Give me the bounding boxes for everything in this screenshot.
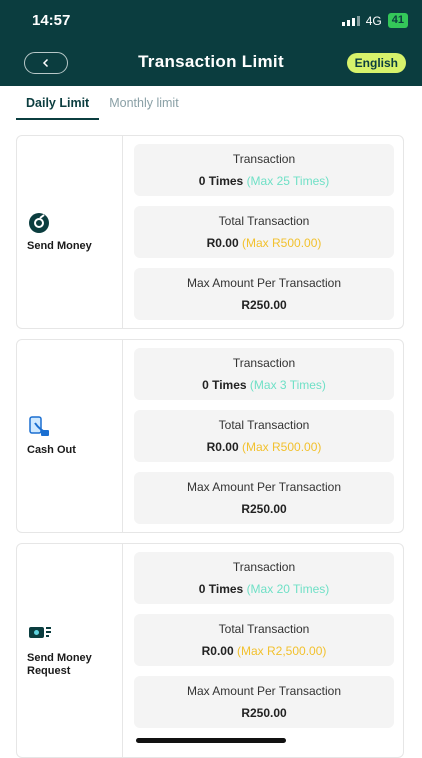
transaction-box: Transaction 0 Times (Max 3 Times)	[134, 348, 394, 400]
total-value: R0.00	[206, 440, 239, 454]
transaction-max: (Max 3 Times)	[249, 378, 326, 392]
cash-out-icon	[29, 415, 49, 436]
tab-daily-limit[interactable]: Daily Limit	[16, 94, 100, 120]
card-label-line1: Send Money	[27, 651, 92, 664]
per-tx-label: Max Amount Per Transaction	[186, 480, 342, 494]
limit-card-send-money-request: Send Money Request Transaction 0 Times (…	[16, 543, 404, 758]
total-label: Total Transaction	[218, 214, 310, 228]
tab-monthly-limit[interactable]: Monthly limit	[99, 94, 188, 120]
transaction-value: 0 Times (Max 20 Times)	[134, 582, 394, 596]
transaction-box: Transaction 0 Times (Max 20 Times)	[134, 552, 394, 604]
total-value: R0.00	[206, 236, 239, 250]
language-button[interactable]: English	[346, 53, 406, 73]
transaction-label: Transaction	[232, 560, 296, 574]
total-value-row: R0.00 (Max R500.00)	[134, 236, 394, 250]
transaction-label: Transaction	[232, 152, 296, 166]
send-money-icon	[29, 212, 49, 233]
transaction-label: Transaction	[232, 356, 296, 370]
transaction-box: Transaction 0 Times (Max 25 Times)	[134, 144, 394, 196]
per-tx-value: R250.00	[241, 298, 287, 312]
total-transaction-box: Total Transaction R0.00 (Max R500.00)	[134, 206, 394, 258]
transaction-count: 0 Times	[198, 582, 244, 596]
money-request-icon	[29, 626, 51, 638]
card-label: Send Money	[27, 239, 92, 252]
per-tx-value: R250.00	[241, 706, 287, 720]
transaction-max: (Max 20 Times)	[246, 582, 330, 596]
total-transaction-box: Total Transaction R0.00 (Max R2,500.00)	[134, 614, 394, 666]
transaction-count: 0 Times	[198, 174, 244, 188]
per-tx-value: R250.00	[241, 502, 287, 516]
card-label-line2: Request	[27, 664, 71, 677]
card-label: Cash Out	[27, 443, 76, 456]
total-max: (Max R500.00)	[242, 440, 322, 454]
header-bar: 14:57 4G 41 Transaction Limit English	[0, 0, 422, 86]
per-tx-label: Max Amount Per Transaction	[186, 276, 342, 290]
signal-icon	[341, 15, 360, 26]
per-transaction-box: Max Amount Per Transaction R250.00	[134, 268, 394, 320]
status-time: 14:57	[32, 12, 71, 29]
total-value-row: R0.00 (Max R500.00)	[134, 440, 394, 454]
card-category: Cash Out	[17, 340, 123, 532]
card-category: Send Money Request	[17, 544, 123, 757]
per-transaction-box: Max Amount Per Transaction R250.00	[134, 472, 394, 524]
total-label: Total Transaction	[218, 622, 310, 636]
per-tx-label: Max Amount Per Transaction	[186, 684, 342, 698]
transaction-value: 0 Times (Max 25 Times)	[134, 174, 394, 188]
transaction-max: (Max 25 Times)	[246, 174, 330, 188]
total-max: (Max R2,500.00)	[237, 644, 327, 658]
total-transaction-box: Total Transaction R0.00 (Max R500.00)	[134, 410, 394, 462]
transaction-value: 0 Times (Max 3 Times)	[134, 378, 394, 392]
limit-card-cash-out: Cash Out Transaction 0 Times (Max 3 Time…	[16, 339, 404, 533]
per-transaction-box: Max Amount Per Transaction R250.00	[134, 676, 394, 728]
total-label: Total Transaction	[218, 418, 310, 432]
home-indicator[interactable]	[136, 738, 286, 743]
network-label: 4G	[365, 13, 382, 28]
status-indicators: 4G 41	[341, 13, 408, 28]
card-label: Send Money Request	[27, 652, 122, 678]
total-value-row: R0.00 (Max R2,500.00)	[134, 644, 394, 658]
total-value: R0.00	[201, 644, 234, 658]
battery-icon: 41	[387, 13, 408, 28]
total-max: (Max R500.00)	[242, 236, 322, 250]
limit-tabs: Daily Limit Monthly limit	[16, 94, 189, 120]
card-category: Send Money	[17, 136, 123, 328]
limit-card-send-money: Send Money Transaction 0 Times (Max 25 T…	[16, 135, 404, 329]
transaction-count: 0 Times	[202, 378, 247, 392]
